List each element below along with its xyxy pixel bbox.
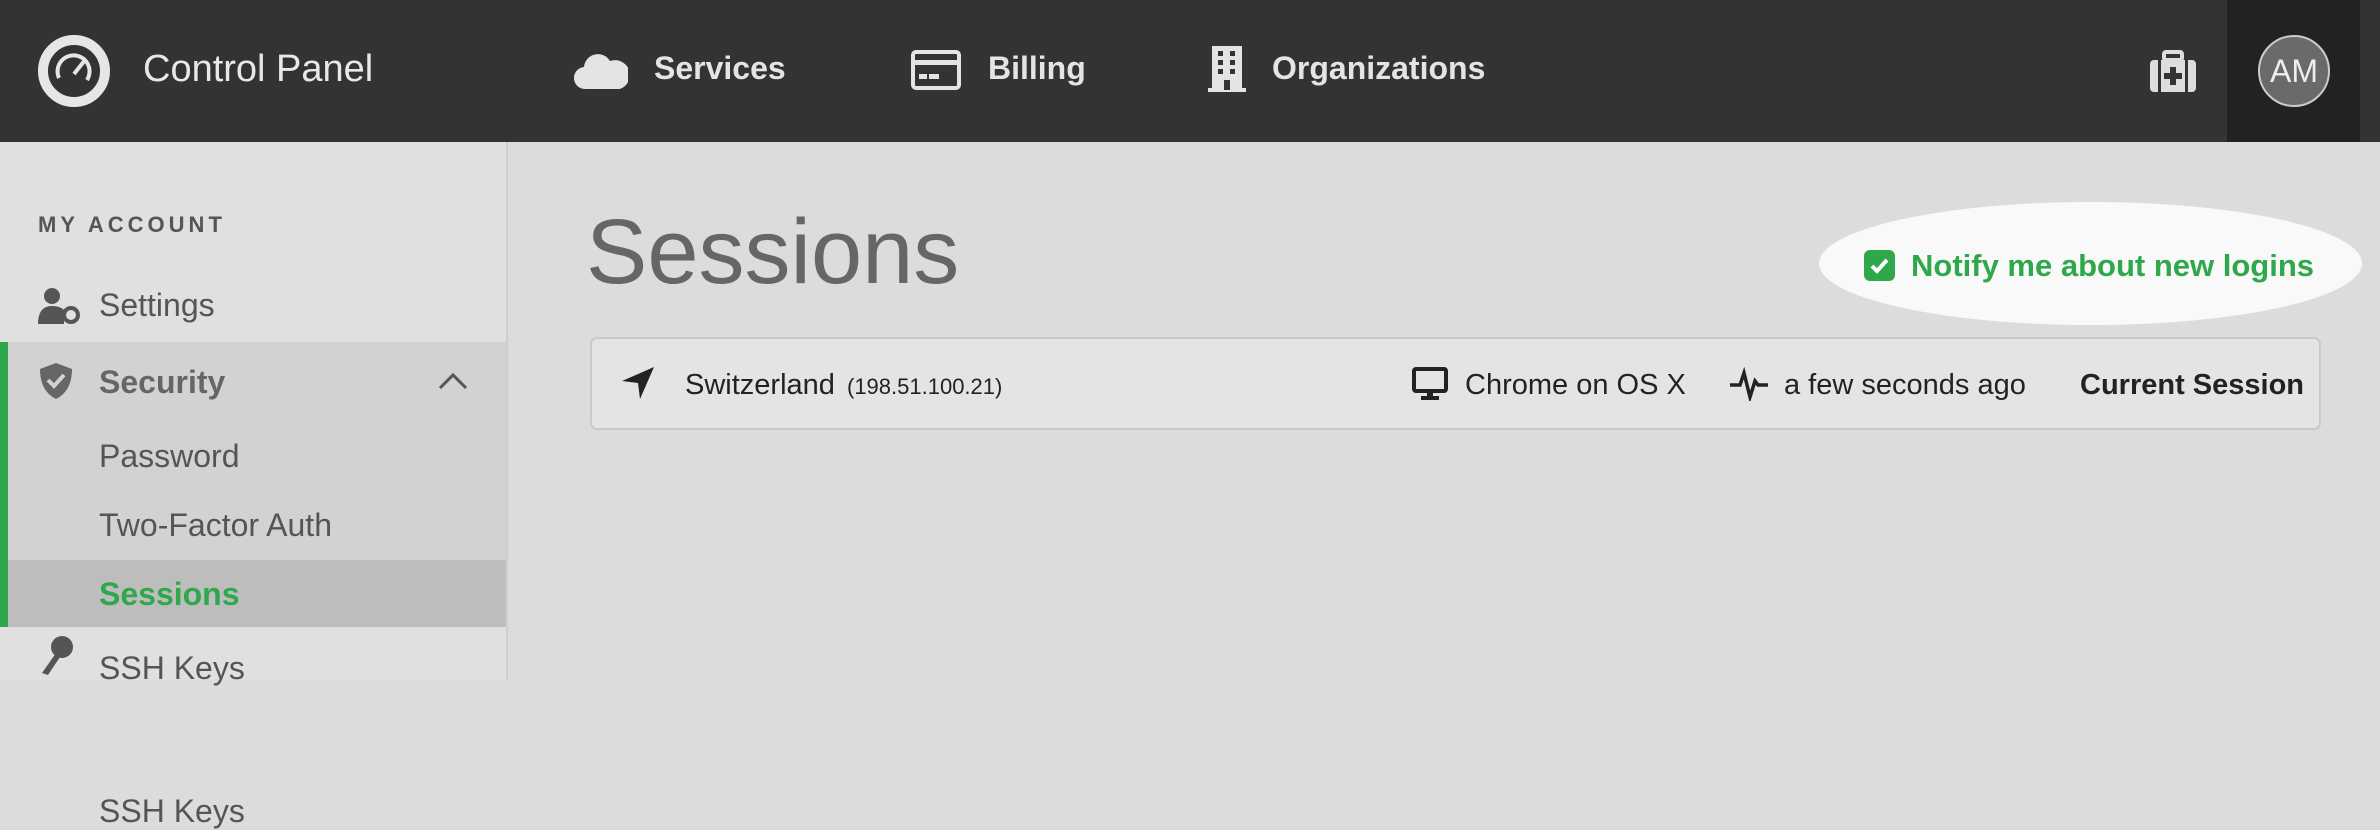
- page-title: Sessions: [586, 201, 960, 303]
- nav-organizations[interactable]: Organizations: [1272, 50, 1485, 87]
- heartbeat-icon: [1730, 366, 1768, 406]
- sidebar-item-label: SSH Keys: [99, 793, 245, 829]
- session-location: Switzerland: [685, 369, 835, 401]
- logo-gauge-icon[interactable]: [37, 34, 111, 108]
- shield-check-icon: [40, 363, 72, 404]
- key-icon: [38, 635, 74, 680]
- cloud-icon: [573, 49, 630, 96]
- session-row: Switzerland (198.51.100.21) Chrome on OS…: [590, 337, 2321, 430]
- session-device: Chrome on OS X: [1465, 369, 1686, 401]
- location-arrow-icon: [620, 365, 656, 406]
- sidebar-item-settings[interactable]: Settings: [0, 272, 506, 342]
- avatar[interactable]: AM: [2258, 35, 2330, 107]
- chevron-up-icon[interactable]: [438, 372, 468, 395]
- session-status: Current Session: [2080, 369, 2304, 401]
- app-title[interactable]: Control Panel: [143, 48, 373, 91]
- user-menu[interactable]: AM: [2227, 0, 2360, 142]
- session-ip: (198.51.100.21): [847, 374, 1003, 399]
- sidebar-subitem-password[interactable]: Password: [99, 438, 240, 475]
- monitor-icon: [1412, 367, 1448, 406]
- medkit-icon[interactable]: [2150, 50, 2196, 97]
- user-gear-icon: [38, 288, 80, 329]
- sidebar-item-label: Sessions: [99, 576, 240, 612]
- checkbox-checked-icon[interactable]: [1864, 250, 1895, 281]
- sidebar-item-label: Settings: [99, 287, 215, 323]
- notify-new-logins-toggle[interactable]: Notify me about new logins: [1819, 202, 2362, 325]
- sidebar: MY ACCOUNT Settings Security Password Tw…: [0, 142, 508, 829]
- sidebar-subitem-two-factor[interactable]: Two-Factor Auth: [99, 507, 332, 544]
- sidebar-item-ssh-keys[interactable]: SSH Keys: [0, 627, 506, 829]
- credit-card-icon: [911, 50, 961, 95]
- sidebar-section-title: MY ACCOUNT: [38, 212, 226, 237]
- sidebar-subitem-sessions[interactable]: Sessions: [8, 560, 506, 627]
- building-icon: [1208, 46, 1246, 97]
- sidebar-item-label: Security: [99, 364, 226, 400]
- nav-services[interactable]: Services: [654, 50, 786, 87]
- sidebar-item-security[interactable]: Security: [8, 342, 506, 420]
- notify-label: Notify me about new logins: [1911, 248, 2315, 283]
- top-nav-bar: Control Panel Services Billing Organizat…: [0, 0, 2380, 142]
- nav-billing[interactable]: Billing: [988, 50, 1086, 87]
- avatar-initials: AM: [2270, 52, 2318, 89]
- session-last-activity: a few seconds ago: [1784, 369, 2026, 401]
- sidebar-item-ssh-keys-label[interactable]: SSH Keys: [99, 650, 245, 687]
